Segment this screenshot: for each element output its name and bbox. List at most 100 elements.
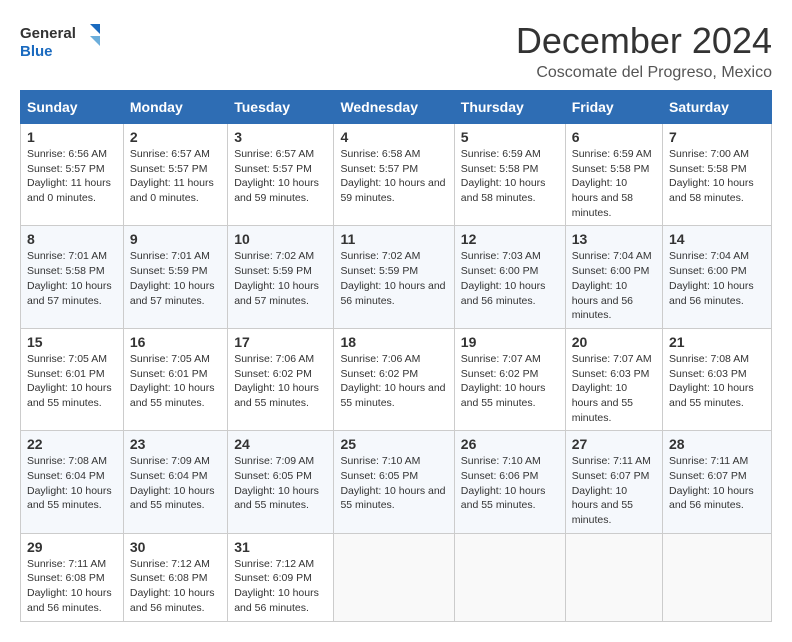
calendar-cell — [565, 533, 662, 621]
calendar-week-row: 1 Sunrise: 6:56 AM Sunset: 5:57 PM Dayli… — [21, 124, 772, 226]
calendar-cell: 27 Sunrise: 7:11 AM Sunset: 6:07 PM Dayl… — [565, 431, 662, 533]
calendar-cell: 17 Sunrise: 7:06 AM Sunset: 6:02 PM Dayl… — [228, 328, 334, 430]
day-info: Sunrise: 7:12 AM Sunset: 6:08 PM Dayligh… — [130, 557, 221, 616]
day-number: 17 — [234, 334, 327, 350]
day-number: 29 — [27, 539, 117, 555]
header-tuesday: Tuesday — [228, 91, 334, 124]
day-number: 28 — [669, 436, 765, 452]
day-number: 7 — [669, 129, 765, 145]
day-info: Sunrise: 7:04 AM Sunset: 6:00 PM Dayligh… — [669, 249, 765, 308]
calendar-cell: 5 Sunrise: 6:59 AM Sunset: 5:58 PM Dayli… — [454, 124, 565, 226]
calendar-cell: 8 Sunrise: 7:01 AM Sunset: 5:58 PM Dayli… — [21, 226, 124, 328]
day-info: Sunrise: 7:11 AM Sunset: 6:07 PM Dayligh… — [669, 454, 765, 513]
calendar-cell — [334, 533, 454, 621]
day-info: Sunrise: 7:12 AM Sunset: 6:09 PM Dayligh… — [234, 557, 327, 616]
day-info: Sunrise: 6:57 AM Sunset: 5:57 PM Dayligh… — [234, 147, 327, 206]
day-number: 18 — [340, 334, 447, 350]
day-number: 12 — [461, 231, 559, 247]
calendar-cell: 9 Sunrise: 7:01 AM Sunset: 5:59 PM Dayli… — [123, 226, 227, 328]
header-sunday: Sunday — [21, 91, 124, 124]
calendar-week-row: 8 Sunrise: 7:01 AM Sunset: 5:58 PM Dayli… — [21, 226, 772, 328]
calendar-cell: 10 Sunrise: 7:02 AM Sunset: 5:59 PM Dayl… — [228, 226, 334, 328]
calendar-cell: 11 Sunrise: 7:02 AM Sunset: 5:59 PM Dayl… — [334, 226, 454, 328]
svg-text:General: General — [20, 25, 76, 42]
day-info: Sunrise: 7:01 AM Sunset: 5:58 PM Dayligh… — [27, 249, 117, 308]
day-info: Sunrise: 7:05 AM Sunset: 6:01 PM Dayligh… — [130, 352, 221, 411]
day-info: Sunrise: 7:07 AM Sunset: 6:02 PM Dayligh… — [461, 352, 559, 411]
day-info: Sunrise: 7:01 AM Sunset: 5:59 PM Dayligh… — [130, 249, 221, 308]
header-thursday: Thursday — [454, 91, 565, 124]
day-info: Sunrise: 7:02 AM Sunset: 5:59 PM Dayligh… — [234, 249, 327, 308]
day-info: Sunrise: 7:05 AM Sunset: 6:01 PM Dayligh… — [27, 352, 117, 411]
calendar-cell: 3 Sunrise: 6:57 AM Sunset: 5:57 PM Dayli… — [228, 124, 334, 226]
calendar-cell: 1 Sunrise: 6:56 AM Sunset: 5:57 PM Dayli… — [21, 124, 124, 226]
calendar-cell: 2 Sunrise: 6:57 AM Sunset: 5:57 PM Dayli… — [123, 124, 227, 226]
day-info: Sunrise: 7:09 AM Sunset: 6:04 PM Dayligh… — [130, 454, 221, 513]
calendar-cell: 28 Sunrise: 7:11 AM Sunset: 6:07 PM Dayl… — [663, 431, 772, 533]
svg-text:Blue: Blue — [20, 43, 53, 60]
calendar-week-row: 22 Sunrise: 7:08 AM Sunset: 6:04 PM Dayl… — [21, 431, 772, 533]
day-info: Sunrise: 7:04 AM Sunset: 6:00 PM Dayligh… — [572, 249, 656, 322]
calendar-cell: 7 Sunrise: 7:00 AM Sunset: 5:58 PM Dayli… — [663, 124, 772, 226]
day-number: 14 — [669, 231, 765, 247]
calendar-cell: 14 Sunrise: 7:04 AM Sunset: 6:00 PM Dayl… — [663, 226, 772, 328]
day-number: 10 — [234, 231, 327, 247]
calendar-cell: 12 Sunrise: 7:03 AM Sunset: 6:00 PM Dayl… — [454, 226, 565, 328]
day-info: Sunrise: 7:03 AM Sunset: 6:00 PM Dayligh… — [461, 249, 559, 308]
calendar-cell: 15 Sunrise: 7:05 AM Sunset: 6:01 PM Dayl… — [21, 328, 124, 430]
day-number: 11 — [340, 231, 447, 247]
day-number: 15 — [27, 334, 117, 350]
calendar-cell: 29 Sunrise: 7:11 AM Sunset: 6:08 PM Dayl… — [21, 533, 124, 621]
calendar-cell: 20 Sunrise: 7:07 AM Sunset: 6:03 PM Dayl… — [565, 328, 662, 430]
calendar-cell: 4 Sunrise: 6:58 AM Sunset: 5:57 PM Dayli… — [334, 124, 454, 226]
day-info: Sunrise: 7:10 AM Sunset: 6:05 PM Dayligh… — [340, 454, 447, 513]
day-info: Sunrise: 7:06 AM Sunset: 6:02 PM Dayligh… — [234, 352, 327, 411]
day-info: Sunrise: 6:59 AM Sunset: 5:58 PM Dayligh… — [572, 147, 656, 220]
day-number: 27 — [572, 436, 656, 452]
day-number: 4 — [340, 129, 447, 145]
day-number: 3 — [234, 129, 327, 145]
calendar-header-row: Sunday Monday Tuesday Wednesday Thursday… — [21, 91, 772, 124]
calendar-cell: 21 Sunrise: 7:08 AM Sunset: 6:03 PM Dayl… — [663, 328, 772, 430]
day-info: Sunrise: 7:00 AM Sunset: 5:58 PM Dayligh… — [669, 147, 765, 206]
day-number: 31 — [234, 539, 327, 555]
header-monday: Monday — [123, 91, 227, 124]
day-info: Sunrise: 6:58 AM Sunset: 5:57 PM Dayligh… — [340, 147, 447, 206]
day-number: 26 — [461, 436, 559, 452]
calendar-cell: 31 Sunrise: 7:12 AM Sunset: 6:09 PM Dayl… — [228, 533, 334, 621]
calendar-cell: 6 Sunrise: 6:59 AM Sunset: 5:58 PM Dayli… — [565, 124, 662, 226]
day-info: Sunrise: 7:06 AM Sunset: 6:02 PM Dayligh… — [340, 352, 447, 411]
day-number: 20 — [572, 334, 656, 350]
header-saturday: Saturday — [663, 91, 772, 124]
calendar-cell: 13 Sunrise: 7:04 AM Sunset: 6:00 PM Dayl… — [565, 226, 662, 328]
calendar-cell: 26 Sunrise: 7:10 AM Sunset: 6:06 PM Dayl… — [454, 431, 565, 533]
title-section: December 2024 Coscomate del Progreso, Me… — [516, 20, 772, 82]
calendar-cell: 19 Sunrise: 7:07 AM Sunset: 6:02 PM Dayl… — [454, 328, 565, 430]
day-number: 16 — [130, 334, 221, 350]
calendar-cell: 22 Sunrise: 7:08 AM Sunset: 6:04 PM Dayl… — [21, 431, 124, 533]
calendar-week-row: 15 Sunrise: 7:05 AM Sunset: 6:01 PM Dayl… — [21, 328, 772, 430]
calendar-cell — [454, 533, 565, 621]
calendar-cell: 23 Sunrise: 7:09 AM Sunset: 6:04 PM Dayl… — [123, 431, 227, 533]
logo-svg: General Blue — [20, 20, 100, 64]
day-info: Sunrise: 7:11 AM Sunset: 6:08 PM Dayligh… — [27, 557, 117, 616]
page-header: General Blue December 2024 Coscomate del… — [20, 20, 772, 82]
day-number: 23 — [130, 436, 221, 452]
day-number: 9 — [130, 231, 221, 247]
calendar-cell: 24 Sunrise: 7:09 AM Sunset: 6:05 PM Dayl… — [228, 431, 334, 533]
calendar-cell: 30 Sunrise: 7:12 AM Sunset: 6:08 PM Dayl… — [123, 533, 227, 621]
calendar-cell: 25 Sunrise: 7:10 AM Sunset: 6:05 PM Dayl… — [334, 431, 454, 533]
calendar-week-row: 29 Sunrise: 7:11 AM Sunset: 6:08 PM Dayl… — [21, 533, 772, 621]
day-info: Sunrise: 6:56 AM Sunset: 5:57 PM Dayligh… — [27, 147, 117, 206]
day-number: 5 — [461, 129, 559, 145]
day-number: 8 — [27, 231, 117, 247]
calendar-cell: 16 Sunrise: 7:05 AM Sunset: 6:01 PM Dayl… — [123, 328, 227, 430]
logo: General Blue — [20, 20, 100, 64]
day-number: 1 — [27, 129, 117, 145]
day-info: Sunrise: 6:57 AM Sunset: 5:57 PM Dayligh… — [130, 147, 221, 206]
day-info: Sunrise: 7:07 AM Sunset: 6:03 PM Dayligh… — [572, 352, 656, 425]
day-number: 22 — [27, 436, 117, 452]
header-wednesday: Wednesday — [334, 91, 454, 124]
day-number: 21 — [669, 334, 765, 350]
calendar-cell — [663, 533, 772, 621]
